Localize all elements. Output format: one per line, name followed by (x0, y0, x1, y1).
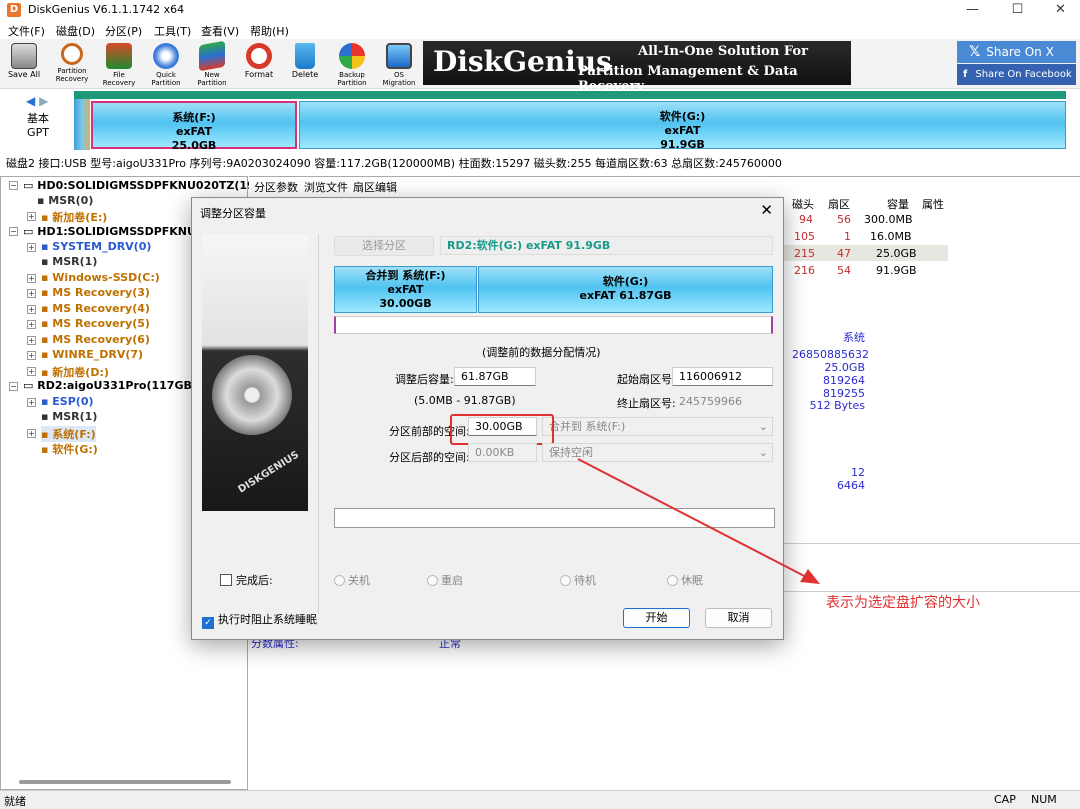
status-text: 就绪 (4, 795, 26, 808)
annotation-arrow (577, 458, 820, 584)
num-lock-indicator: NUM (1031, 793, 1057, 806)
caps-lock-indicator: CAP (994, 793, 1016, 806)
annotation-text: 表示为选定盘扩容的大小 (826, 595, 980, 611)
status-bar: 就绪 CAP NUM (0, 790, 1080, 809)
